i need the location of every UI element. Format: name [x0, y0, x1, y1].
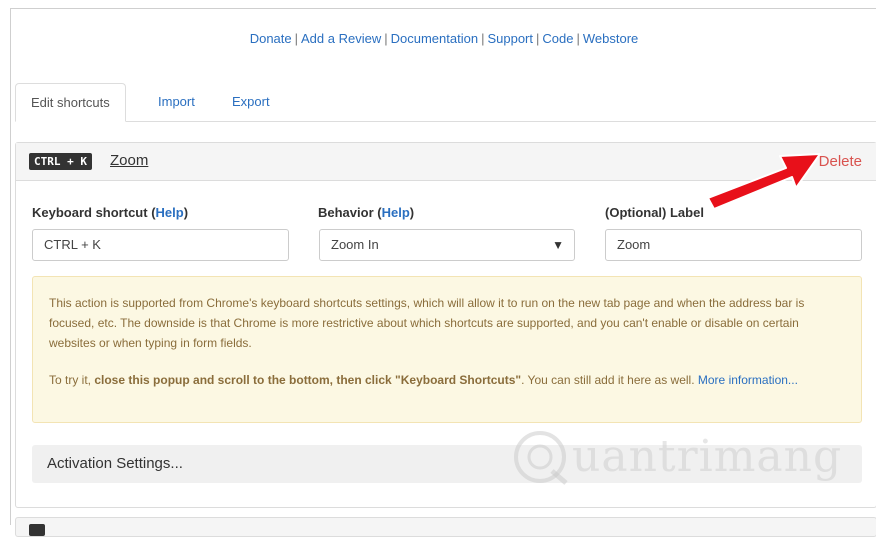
link-separator: |	[384, 31, 388, 46]
behavior-select[interactable]: Zoom In ▼	[319, 229, 575, 261]
optional-label-label: (Optional) Label	[605, 205, 704, 220]
tab-import[interactable]: Import	[143, 83, 210, 121]
behavior-value: Zoom In	[331, 237, 379, 252]
tab-export[interactable]: Export	[217, 83, 285, 121]
notice-paragraph: This action is supported from Chrome's k…	[49, 296, 805, 350]
key-combo-badge: CTRL + K	[29, 153, 92, 170]
notice-instruction: To try it, close this popup and scroll t…	[49, 370, 845, 390]
shortcut-title[interactable]: Zoom	[110, 152, 148, 169]
chevron-down-icon: ▼	[552, 238, 564, 252]
delete-button[interactable]: Delete	[819, 153, 862, 170]
behavior-help-link[interactable]: Help	[382, 205, 410, 220]
info-notice: This action is supported from Chrome's k…	[32, 276, 862, 423]
support-link[interactable]: Support	[487, 31, 533, 46]
notice-prefix: To try it,	[49, 373, 95, 387]
shortcut-panel: CTRL + K Zoom Delete Keyboard shortcut (…	[15, 142, 876, 508]
keyboard-help-link[interactable]: Help	[156, 205, 184, 220]
shortcut-header[interactable]: CTRL + K Zoom Delete	[16, 143, 876, 181]
top-links: Donate | Add a Review | Documentation | Suppor…	[11, 31, 876, 46]
tab-divider	[15, 121, 876, 122]
keyboard-shortcut-value: CTRL + K	[44, 237, 101, 252]
more-information-link[interactable]: More information...	[698, 373, 798, 387]
link-separator: |	[576, 31, 580, 46]
donate-link[interactable]: Donate	[250, 31, 292, 46]
keyboard-shortcut-input[interactable]: CTRL + K	[32, 229, 289, 261]
options-page: Donate | Add a Review | Documentation | Suppor…	[10, 8, 876, 537]
documentation-link[interactable]: Documentation	[391, 31, 478, 46]
keyboard-shortcut-label: Keyboard shortcut (Help)	[32, 205, 189, 220]
webstore-link[interactable]: Webstore	[583, 31, 638, 46]
link-separator: |	[536, 31, 540, 46]
behavior-label: Behavior (Help)	[318, 205, 415, 220]
notice-suffix: . You can still add it here as well.	[521, 373, 698, 387]
activation-settings-toggle[interactable]: Activation Settings...	[32, 445, 862, 483]
keyboard-shortcut-label-text: Keyboard shortcut	[32, 205, 148, 220]
add-review-link[interactable]: Add a Review	[301, 31, 381, 46]
tab-bar: Edit shortcuts Import Export	[15, 83, 876, 122]
code-link[interactable]: Code	[542, 31, 573, 46]
link-separator: |	[294, 31, 299, 46]
tab-edit-shortcuts[interactable]: Edit shortcuts	[15, 83, 126, 122]
key-combo-badge	[29, 524, 45, 536]
label-input[interactable]: Zoom	[605, 229, 862, 261]
notice-bold: close this popup and scroll to the botto…	[94, 373, 522, 387]
next-shortcut-panel[interactable]	[15, 517, 876, 537]
behavior-label-text: Behavior	[318, 205, 374, 220]
label-value: Zoom	[617, 237, 651, 252]
